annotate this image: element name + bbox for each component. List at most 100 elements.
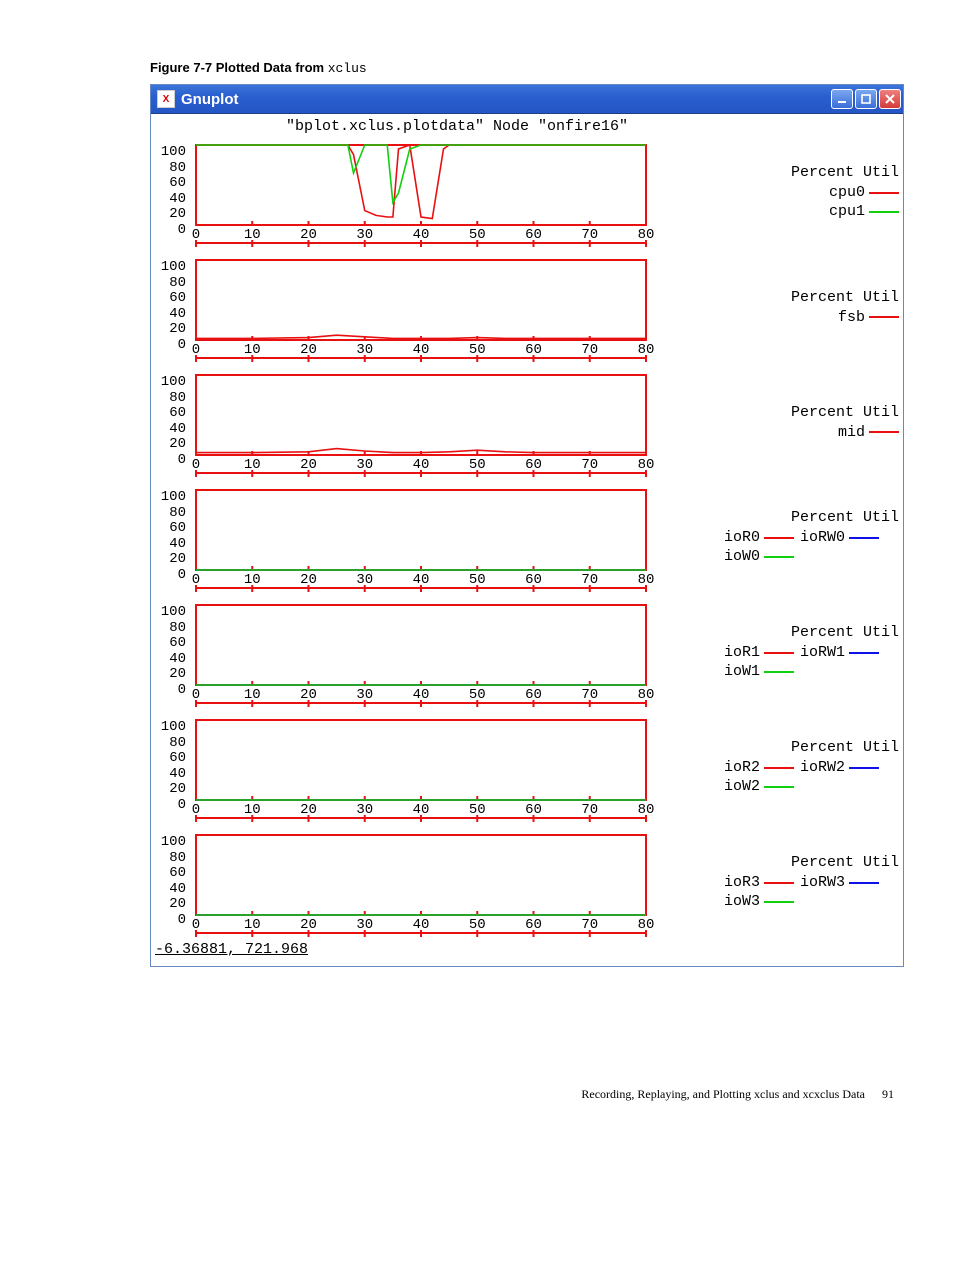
svg-text:50: 50 [469,687,486,703]
legend-2: Percent Utilmid [656,365,903,480]
y-tick: 0 [178,568,186,582]
y-tick: 100 [161,375,186,389]
y-axis: 100806040200 [151,135,186,250]
legend-title: Percent Util [791,164,899,181]
legend-1: Percent Utilfsb [656,250,903,365]
y-tick: 20 [169,667,186,681]
y-tick: 0 [178,913,186,927]
legend-title: Percent Util [791,404,899,421]
svg-text:0: 0 [192,457,200,473]
footer-text: Recording, Replaying, and Plotting xclus… [581,1087,865,1101]
legend-item: ioW1 [724,663,794,680]
svg-text:30: 30 [356,227,373,243]
svg-text:80: 80 [638,687,655,703]
plot-0: 01020304050607080 [186,135,656,250]
y-tick: 100 [161,145,186,159]
svg-text:80: 80 [638,457,655,473]
y-tick: 100 [161,720,186,734]
legend-item: ioR3 [724,874,794,891]
svg-text:50: 50 [469,227,486,243]
y-tick: 100 [161,490,186,504]
svg-text:10: 10 [244,687,261,703]
y-tick: 40 [169,537,186,551]
svg-text:80: 80 [638,342,655,358]
svg-text:60: 60 [525,687,542,703]
y-tick: 40 [169,767,186,781]
svg-text:30: 30 [356,457,373,473]
y-tick: 80 [169,736,186,750]
svg-text:40: 40 [413,457,430,473]
y-tick: 0 [178,683,186,697]
svg-text:20: 20 [300,342,317,358]
y-tick: 60 [169,751,186,765]
legend-6: Percent UtilioR3ioRW3ioW3 [656,825,903,940]
y-tick: 40 [169,652,186,666]
y-axis: 100806040200 [151,480,186,595]
y-axis: 100806040200 [151,365,186,480]
svg-text:10: 10 [244,342,261,358]
plot-title: "bplot.xclus.plotdata" Node "onfire16" [11,118,903,135]
y-tick: 100 [161,835,186,849]
legend-item: ioRW2 [800,759,879,776]
legend-item: ioW3 [724,893,794,910]
svg-text:70: 70 [581,917,598,933]
svg-text:70: 70 [581,342,598,358]
svg-text:0: 0 [192,802,200,818]
y-tick: 20 [169,322,186,336]
y-tick: 60 [169,636,186,650]
y-tick: 80 [169,506,186,520]
svg-text:20: 20 [300,802,317,818]
svg-text:20: 20 [300,227,317,243]
y-tick: 40 [169,422,186,436]
svg-text:50: 50 [469,342,486,358]
svg-text:40: 40 [413,687,430,703]
svg-text:70: 70 [581,572,598,588]
y-tick: 60 [169,521,186,535]
app-icon-glyph: X [163,94,170,105]
svg-text:60: 60 [525,572,542,588]
svg-text:0: 0 [192,917,200,933]
titlebar[interactable]: X Gnuplot [151,85,903,114]
svg-text:60: 60 [525,802,542,818]
maximize-button[interactable] [855,89,877,109]
legend-item: cpu0 [829,184,899,201]
svg-text:40: 40 [413,572,430,588]
svg-text:20: 20 [300,917,317,933]
y-tick: 0 [178,223,186,237]
close-button[interactable] [879,89,901,109]
window-title: Gnuplot [181,91,238,108]
y-axis: 100806040200 [151,710,186,825]
status-line: -6.36881, 721.968 [151,940,903,960]
y-tick: 0 [178,338,186,352]
y-tick: 40 [169,192,186,206]
legend-item: ioR1 [724,644,794,661]
plot-2: 01020304050607080 [186,365,656,480]
svg-text:80: 80 [638,227,655,243]
svg-text:10: 10 [244,227,261,243]
svg-text:70: 70 [581,457,598,473]
y-tick: 80 [169,276,186,290]
figure-caption: Figure 7-7 Plotted Data from xclus [150,60,904,76]
svg-text:20: 20 [300,687,317,703]
y-axis: 100806040200 [151,595,186,710]
svg-text:70: 70 [581,227,598,243]
svg-text:60: 60 [525,227,542,243]
caption-bold: Figure 7-7 Plotted Data from [150,60,328,75]
svg-text:30: 30 [356,572,373,588]
y-tick: 20 [169,897,186,911]
legend-item: ioW2 [724,778,794,795]
y-tick: 0 [178,798,186,812]
svg-text:70: 70 [581,802,598,818]
page-footer: Recording, Replaying, and Plotting xclus… [150,1087,904,1102]
svg-text:80: 80 [638,572,655,588]
svg-text:60: 60 [525,917,542,933]
legend-5: Percent UtilioR2ioRW2ioW2 [656,710,903,825]
y-tick: 80 [169,161,186,175]
y-axis: 100806040200 [151,250,186,365]
plot-4: 01020304050607080 [186,595,656,710]
legend-3: Percent UtilioR0ioRW0ioW0 [656,480,903,595]
legend-title: Percent Util [791,854,899,871]
legend-title: Percent Util [791,624,899,641]
y-tick: 60 [169,176,186,190]
minimize-button[interactable] [831,89,853,109]
